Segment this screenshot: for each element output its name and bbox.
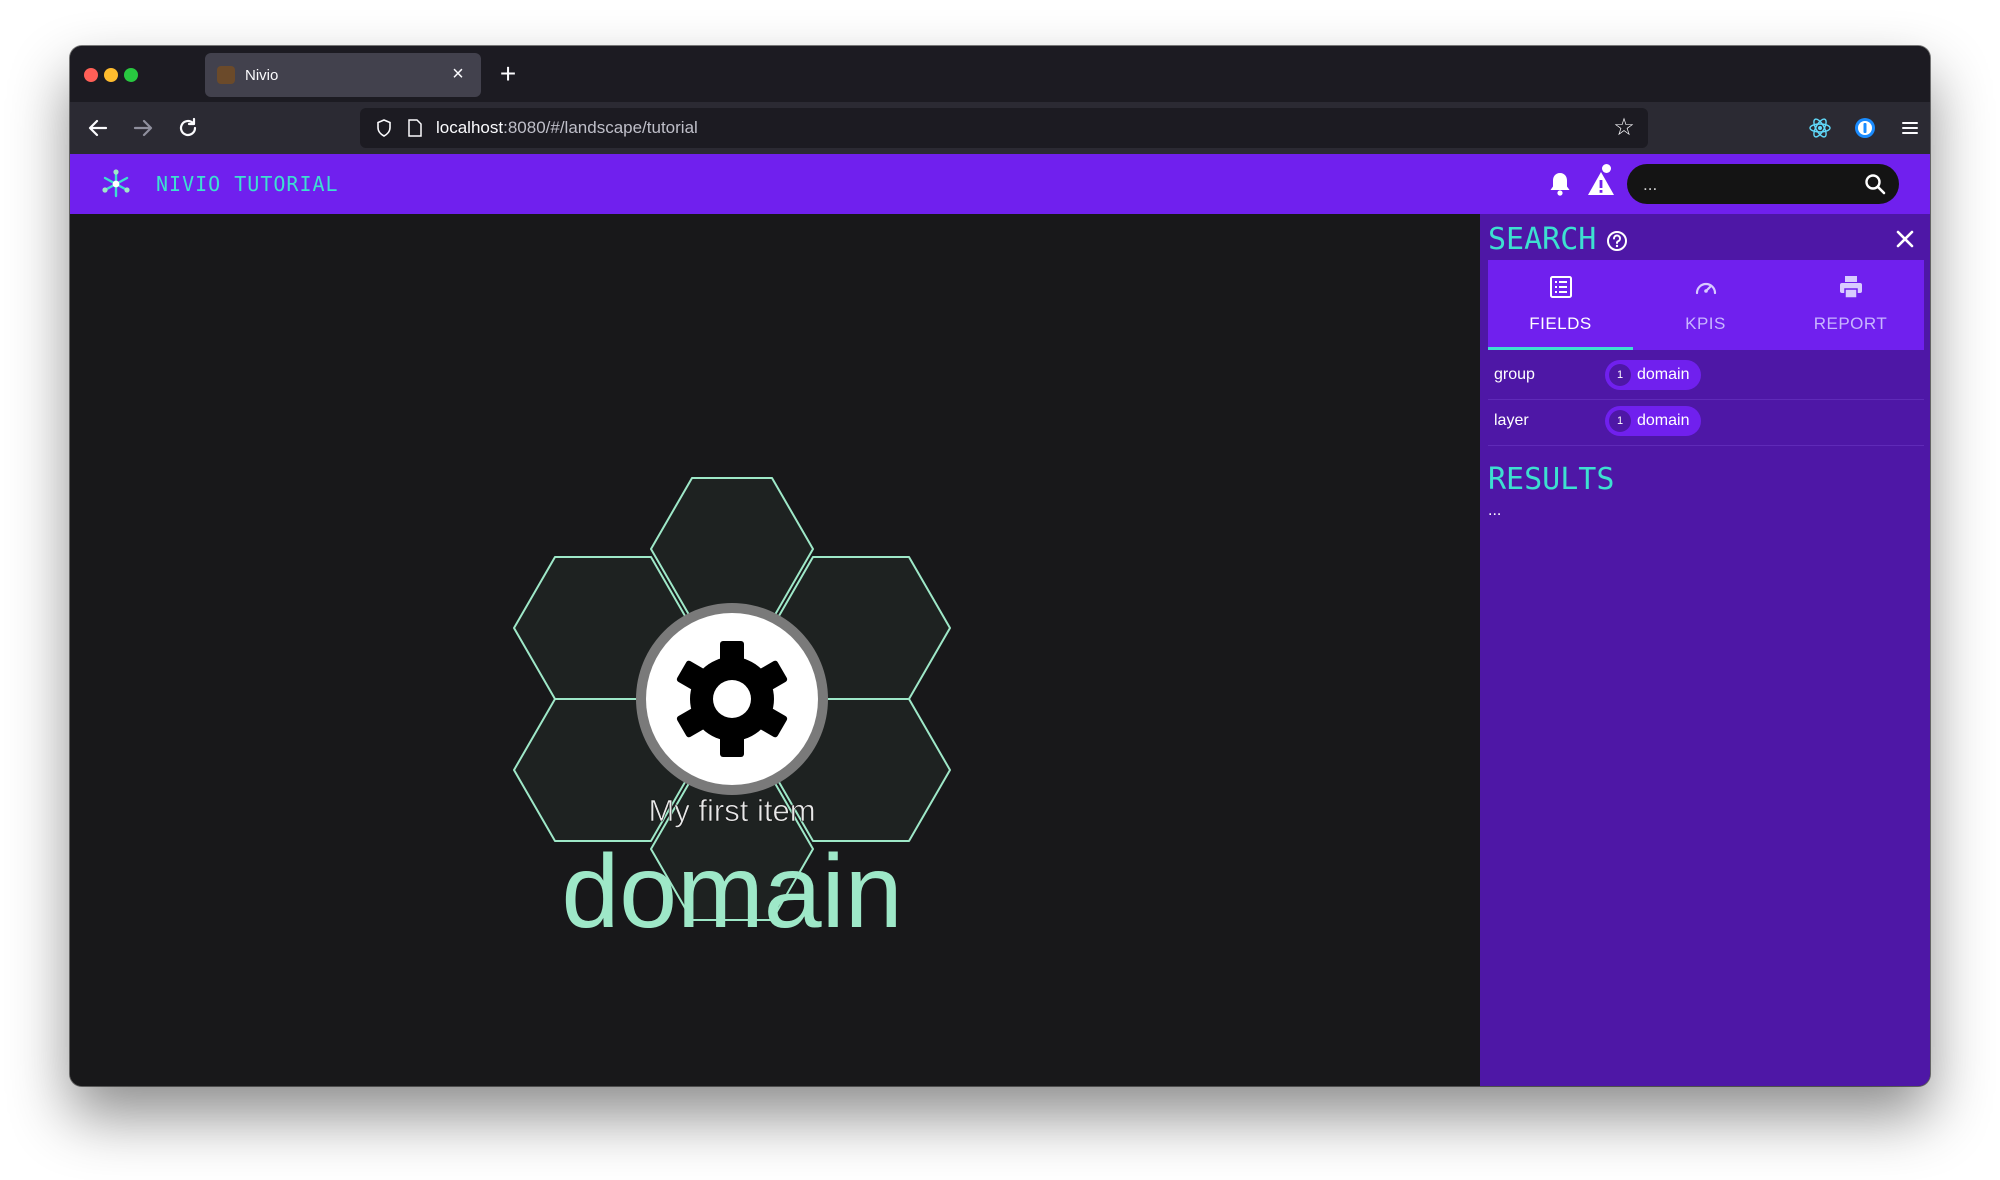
search-box[interactable] <box>1627 164 1899 204</box>
back-button[interactable] <box>80 110 116 146</box>
zoom-window-button[interactable] <box>124 68 138 82</box>
landscape-graph[interactable]: My first item domain <box>70 214 1480 1086</box>
printer-icon <box>1840 276 1862 299</box>
app-header: NIVIO TUTORIAL <box>70 154 1930 214</box>
field-value-chip[interactable]: 1 domain <box>1605 406 1701 436</box>
help-icon[interactable] <box>1606 230 1628 252</box>
new-tab-button[interactable]: + <box>490 56 526 92</box>
notification-dot <box>1602 164 1611 173</box>
url-text[interactable]: localhost:8080/#/landscape/tutorial <box>436 118 698 138</box>
tab-fields[interactable]: FIELDS <box>1488 260 1633 350</box>
panel-tabs: FIELDS KPIS REPORT <box>1488 260 1924 350</box>
search-panel: SEARCH FIELDS KPIS REPORT group 1 domain… <box>1480 214 1930 1086</box>
shield-icon[interactable] <box>374 118 394 138</box>
tab-kpis[interactable]: KPIS <box>1633 260 1778 350</box>
arrow-right-icon <box>133 119 153 137</box>
menu-icon[interactable] <box>1898 116 1922 140</box>
chip-label: domain <box>1637 412 1690 429</box>
tab-report-label: REPORT <box>1813 314 1888 333</box>
url-bar[interactable]: localhost:8080/#/landscape/tutorial ☆ <box>360 108 1648 148</box>
tab-kpis-label: KPIS <box>1685 314 1726 333</box>
warning-icon[interactable] <box>1585 168 1617 200</box>
chip-label: domain <box>1637 366 1690 383</box>
item-node[interactable]: My first item <box>636 603 828 828</box>
browser-window: Nivio × + localhost:8080/#/landscape/tut… <box>70 46 1930 1086</box>
count-badge: 1 <box>1609 364 1631 386</box>
field-value-chip[interactable]: 1 domain <box>1605 360 1701 390</box>
app-title[interactable]: NIVIO TUTORIAL <box>156 172 339 196</box>
tab-title: Nivio <box>245 67 279 84</box>
tab-report[interactable]: REPORT <box>1778 260 1923 350</box>
item-label[interactable]: My first item <box>648 793 816 829</box>
favicon-icon <box>217 66 235 84</box>
tab-bar: Nivio × + <box>70 46 1930 102</box>
react-devtools-icon[interactable] <box>1808 116 1832 140</box>
search-icon[interactable] <box>1863 172 1887 196</box>
forward-button[interactable] <box>125 110 161 146</box>
close-window-button[interactable] <box>84 68 98 82</box>
bookmark-star-icon[interactable]: ☆ <box>1610 114 1638 142</box>
results-title: RESULTS <box>1488 462 1615 497</box>
close-tab-icon[interactable]: × <box>445 61 471 87</box>
page-icon <box>408 119 422 137</box>
browser-tab[interactable]: Nivio × <box>205 53 481 97</box>
field-name: layer <box>1494 412 1529 429</box>
nav-bar: localhost:8080/#/landscape/tutorial ☆ <box>70 102 1930 154</box>
landscape-canvas[interactable]: My first item domain <box>70 214 1480 1086</box>
count-badge: 1 <box>1609 410 1631 432</box>
reload-button[interactable] <box>170 110 206 146</box>
speedometer-icon <box>1695 282 1717 295</box>
bell-icon[interactable] <box>1544 168 1576 200</box>
nivio-logo-icon[interactable] <box>100 168 132 200</box>
reload-icon <box>179 117 197 137</box>
field-row-layer: layer 1 domain <box>1488 400 1924 446</box>
results-text: ... <box>1488 502 1502 519</box>
field-name: group <box>1494 366 1535 383</box>
list-icon <box>1550 276 1572 298</box>
close-icon[interactable] <box>1890 224 1920 254</box>
minimize-window-button[interactable] <box>104 68 118 82</box>
url-host: localhost <box>436 118 504 137</box>
group-label[interactable]: domain <box>561 834 902 950</box>
panel-title: SEARCH <box>1488 222 1597 257</box>
password-manager-icon[interactable] <box>1853 116 1877 140</box>
tab-fields-label: FIELDS <box>1529 314 1592 333</box>
field-row-group: group 1 domain <box>1488 354 1924 400</box>
search-input[interactable] <box>1641 172 1845 198</box>
url-path: :8080/#/landscape/tutorial <box>503 118 698 137</box>
arrow-left-icon <box>88 119 108 137</box>
